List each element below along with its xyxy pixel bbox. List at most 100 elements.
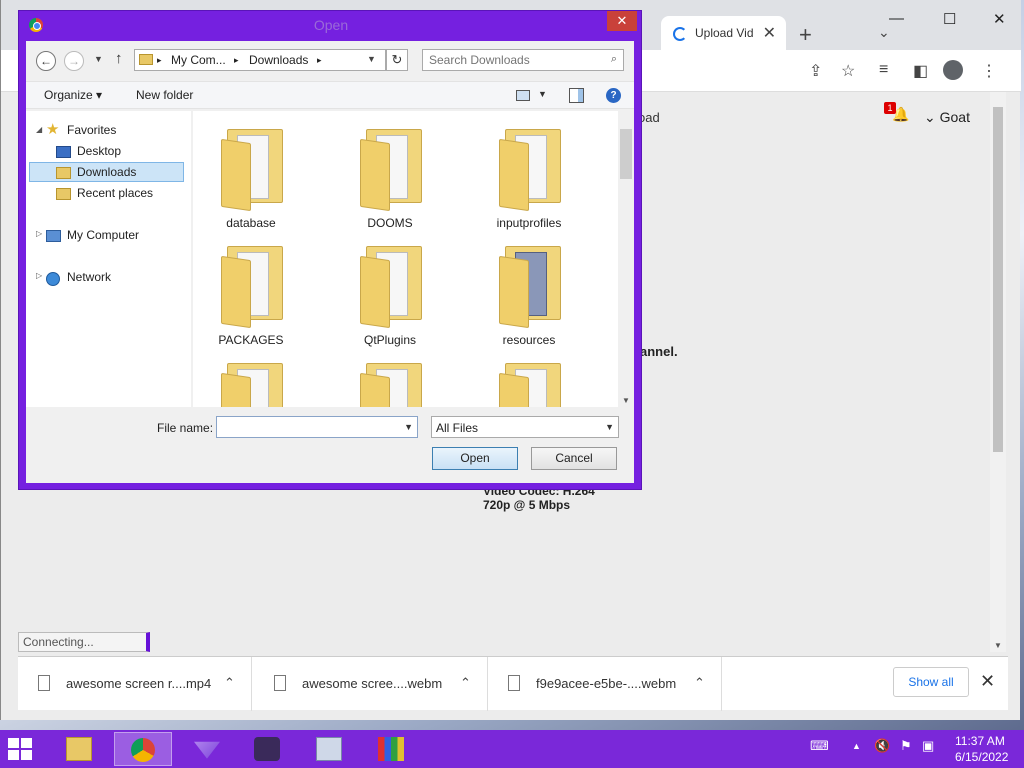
chevron-down-icon[interactable]: ▼ [367,54,376,64]
nav-network[interactable]: Network [67,270,111,284]
breadcrumb-my-computer[interactable]: My Com... [171,53,226,67]
chevron-up-icon[interactable]: ⌃ [224,675,235,691]
scroll-thumb[interactable] [620,129,632,179]
volume-muted-icon[interactable]: 🔇 [874,738,890,754]
file-type-select[interactable]: All Files ▼ [431,416,619,438]
clock-time[interactable]: 11:37 AM [955,734,1005,748]
download-item[interactable]: f9e9acee-e5be-....webm ⌃ [488,657,722,711]
taskbar-file-explorer[interactable] [50,732,108,766]
bookmark-star-icon[interactable]: ☆ [841,61,855,81]
folder-item[interactable]: inputprofiles [479,119,579,234]
chevron-up-icon[interactable]: ⌃ [460,675,471,691]
open-button[interactable]: Open [432,447,518,470]
profile-avatar-icon[interactable] [943,60,963,80]
folder-icon [139,54,153,65]
flag-alert-icon[interactable]: ⚑ [900,738,912,754]
maximize-button[interactable]: ☐ [943,10,956,28]
back-arrow-icon[interactable]: ← [36,51,56,71]
organize-button[interactable]: Organize ▾ [44,88,102,102]
folder-item[interactable] [201,353,301,407]
tab-upload-video[interactable]: Upload Vid ✕ [661,16,786,50]
network-icon[interactable]: ▣ [922,738,934,754]
download-item[interactable]: awesome screen r....mp4 ⌃ [18,657,252,711]
expand-arrow-icon[interactable]: ▷ [36,229,42,238]
taskbar-app[interactable] [178,732,236,766]
scroll-down-arrow-icon[interactable]: ▼ [622,396,630,405]
search-box[interactable]: ⌕ [422,49,624,71]
breadcrumb-downloads[interactable]: Downloads [249,53,308,67]
desktop-icon [56,146,71,158]
preview-pane-icon[interactable] [569,88,584,103]
folder-item[interactable] [340,353,440,407]
close-window-button[interactable]: ✕ [993,10,1006,28]
close-shelf-icon[interactable]: ✕ [980,671,995,692]
win-pane [21,750,32,760]
show-hidden-icons-chevron-icon[interactable]: ▲ [852,741,861,751]
refresh-icon[interactable]: ↻ [386,49,408,71]
search-icon[interactable]: ⌕ [611,53,617,66]
folder-item[interactable]: resources [479,236,579,351]
breadcrumb-separator-icon[interactable]: ▸ [317,55,322,66]
clock-date[interactable]: 6/15/2022 [955,750,1008,764]
tab-search-chevron-icon[interactable]: ⌄ [878,24,890,41]
new-tab-button[interactable]: + [799,22,812,48]
monster-app-icon [254,737,280,761]
recent-places-icon [56,188,71,200]
nav-favorites[interactable]: Favorites [67,123,116,137]
new-folder-button[interactable]: New folder [136,88,193,102]
breadcrumb-separator-icon[interactable]: ▸ [234,55,239,66]
keyboard-icon[interactable]: ⌨ [810,738,829,754]
search-input[interactable] [429,53,599,67]
file-list-scrollbar[interactable]: ▼ [618,111,634,407]
cancel-button[interactable]: Cancel [531,447,617,470]
download-shelf: awesome screen r....mp4 ⌃ awesome scree.… [18,656,1008,711]
minimize-button[interactable]: — [889,10,904,27]
folder-item[interactable] [479,353,579,407]
chevron-down-icon[interactable]: ▼ [404,422,413,432]
folder-item[interactable]: QtPlugins [340,236,440,351]
file-name-field[interactable]: ▼ [216,416,418,438]
scroll-down-arrow-icon[interactable]: ▼ [994,641,1002,650]
change-view-icon[interactable] [516,90,530,101]
help-icon[interactable]: ? [606,88,621,103]
nav-recent-places[interactable]: Recent places [77,186,153,200]
address-bar[interactable]: ▸ My Com... ▸ Downloads ▸ ▼ [134,49,386,71]
folder-item[interactable]: database [201,119,301,234]
breadcrumb-separator-icon[interactable]: ▸ [157,55,162,66]
tab-close-icon[interactable]: ✕ [763,23,776,43]
nav-my-computer[interactable]: My Computer [67,228,139,242]
taskbar-app[interactable] [362,732,420,766]
win-pane [21,738,32,748]
chevron-down-icon[interactable]: ▼ [538,89,547,99]
menu-kebab-icon[interactable]: ⋮ [981,61,997,81]
download-item[interactable]: awesome scree....webm ⌃ [254,657,488,711]
share-icon[interactable]: ⇪ [809,61,822,81]
taskbar-chrome[interactable] [114,732,172,766]
chevron-up-icon[interactable]: ⌃ [694,675,705,691]
folder-item[interactable]: DOOMS [340,119,440,234]
forward-arrow-icon[interactable]: → [64,51,84,71]
taskbar-app[interactable] [238,732,296,766]
windows-start-icon[interactable] [8,738,32,760]
user-menu[interactable]: ⌄ Goat [924,109,970,126]
favorites-star-icon: ★ [46,121,60,138]
media-control-icon[interactable]: ≡ [879,61,888,79]
scroll-thumb[interactable] [993,107,1003,452]
collapse-arrow-icon[interactable]: ◢ [36,125,42,134]
taskbar-app[interactable] [300,732,358,766]
downloads-folder-icon [56,167,71,179]
chevron-down-icon[interactable]: ▼ [605,422,614,432]
up-arrow-icon[interactable]: ↑ [115,50,123,67]
recent-locations-chevron-icon[interactable]: ▼ [94,54,103,64]
dialog-close-button[interactable]: ✕ [607,11,637,31]
show-all-button[interactable]: Show all [893,667,969,697]
folder-front [221,138,251,212]
expand-arrow-icon[interactable]: ▷ [36,271,42,280]
nav-downloads[interactable]: Downloads [77,165,136,179]
page-scrollbar[interactable]: ▼ [990,92,1006,652]
win-pane [8,738,19,748]
folder-item[interactable]: PACKAGES [201,236,301,351]
side-panel-icon[interactable]: ◧ [913,61,928,81]
nav-desktop[interactable]: Desktop [77,144,121,158]
folder-front [360,255,390,329]
